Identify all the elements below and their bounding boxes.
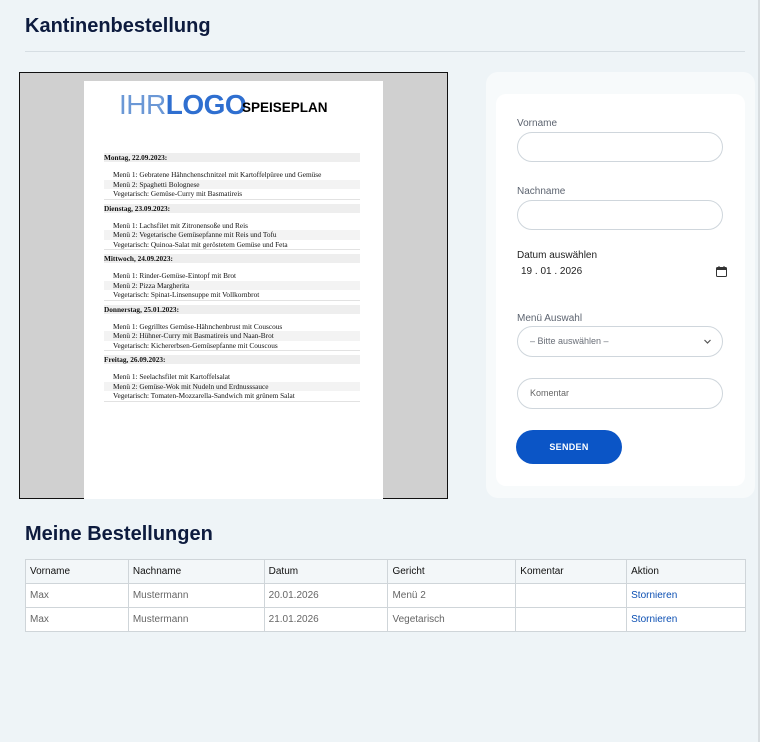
send-button[interactable]: SENDEN (516, 430, 622, 464)
orders-title: Meine Bestellungen (25, 523, 213, 545)
menu-item: Menü 2: Gemüse-Wok mit Nudeln und Erdnus… (104, 381, 360, 391)
chevron-down-icon (704, 339, 711, 344)
menu-day-items: Menü 1: Gebratene Hähnchenschnitzel mit … (104, 170, 360, 199)
menu-item: Vegetarisch: Spinat-Linsensuppe mit Voll… (104, 290, 360, 300)
menu-item: Menü 1: Gegrilltes Gemüse-Hähnchenbrust … (104, 321, 360, 331)
calendar-icon[interactable] (716, 266, 727, 277)
company-logo: IHRLOGO (119, 89, 247, 120)
menu-day-heading: Montag, 22.09.2023: (104, 153, 360, 162)
cell-nachname: Mustermann (127, 607, 265, 632)
column-header-komentar: Komentar (515, 559, 628, 584)
column-header-vorname: Vorname (25, 559, 129, 584)
cell-vorname: Max (25, 607, 129, 632)
cell-gericht: Menü 2 (387, 583, 517, 608)
menu-select-label: Menü Auswahl (517, 313, 583, 324)
menu-day-list: Montag, 22.09.2023: Menü 1: Gebratene Häh… (104, 153, 360, 406)
order-form-panel: Vorname Nachname Datum auswählen 19 . 01… (486, 72, 755, 498)
cell-nachname: Mustermann (127, 583, 265, 608)
menu-item: Vegetarisch: Gemüse-Curry mit Basmatirei… (104, 189, 360, 199)
menu-day: Dienstag, 23.09.2023: Menü 1: Lachsfilet … (104, 203, 360, 250)
nachname-label: Nachname (517, 186, 566, 197)
vorname-label: Vorname (517, 118, 558, 129)
column-header-datum: Datum (263, 559, 389, 584)
menu-item: Menü 1: Gebratene Hähnchenschnitzel mit … (104, 170, 360, 180)
menu-item: Vegetarisch: Tomaten-Mozzarella-Sandwich… (104, 391, 360, 401)
menu-day-heading: Donnerstag, 25.01.2023: (104, 304, 360, 314)
menu-item: Menü 2: Spaghetti Bolognese (104, 179, 360, 189)
menu-day-items: Menü 1: Rinder-Gemüse-Eintopf mit Brot Me… (104, 271, 360, 300)
table-row: Max Mustermann 20.01.2026 Menü 2 Stornie… (25, 583, 746, 608)
comment-input[interactable]: Komentar (517, 378, 723, 409)
cell-komentar (515, 607, 628, 632)
cancel-order-link[interactable]: Stornieren (631, 614, 677, 625)
menu-day-items: Menü 1: Seelachsfilet mit Kartoffelsalat… (104, 372, 360, 401)
date-value: 19 . 01 . 2026 (521, 266, 583, 277)
menu-item: Menü 1: Lachsfilet mit Zitronensoße und … (104, 220, 360, 230)
menu-item: Menü 2: Vegetarische Gemüsepfanne mit Re… (104, 230, 360, 240)
menu-item: Menü 1: Rinder-Gemüse-Eintopf mit Brot (104, 271, 360, 281)
column-header-aktion: Aktion (626, 559, 746, 584)
menu-day: Montag, 22.09.2023: Menü 1: Gebratene Häh… (104, 153, 360, 200)
cell-vorname: Max (25, 583, 129, 608)
table-row: Max Mustermann 21.01.2026 Vegetarisch St… (25, 607, 746, 632)
cell-gericht: Vegetarisch (387, 607, 517, 632)
menu-document-viewer[interactable]: IHRLOGO SPEISEPLAN Montag, 22.09.2023: Me… (19, 72, 448, 499)
date-label: Datum auswählen (517, 250, 598, 261)
menu-day-items: Menü 1: Lachsfilet mit Zitronensoße und … (104, 220, 360, 249)
menu-item: Vegetarisch: Kichererbsen-Gemüsepfanne m… (104, 340, 360, 350)
column-header-gericht: Gericht (387, 559, 517, 584)
menu-document-page: IHRLOGO SPEISEPLAN Montag, 22.09.2023: Me… (84, 81, 383, 499)
orders-table: Vorname Nachname Datum Gericht Komentar … (25, 559, 746, 632)
orders-header-row: Vorname Nachname Datum Gericht Komentar … (25, 559, 746, 584)
menu-select-value: – Bitte auswählen – (530, 336, 609, 346)
menu-select[interactable]: – Bitte auswählen – (517, 326, 723, 357)
cell-datum: 21.01.2026 (263, 607, 389, 632)
order-form: Vorname Nachname Datum auswählen 19 . 01… (496, 94, 745, 486)
title-divider (25, 51, 745, 52)
menu-day: Donnerstag, 25.01.2023: Menü 1: Gegrillte… (104, 304, 360, 351)
menu-document-title: SPEISEPLAN (242, 100, 328, 115)
menu-day-heading: Mittwoch, 24.09.2023: (104, 254, 360, 263)
date-input[interactable]: 19 . 01 . 2026 (517, 266, 727, 280)
menu-day-heading: Freitag, 26.09.2023: (104, 355, 360, 364)
menu-day: Mittwoch, 24.09.2023: Menü 1: Rinder-Gemü… (104, 254, 360, 301)
menu-day: Freitag, 26.09.2023: Menü 1: Seelachsfile… (104, 355, 360, 402)
menu-item: Menü 2: Pizza Margherita (104, 280, 360, 290)
cell-datum: 20.01.2026 (263, 583, 389, 608)
nachname-input[interactable] (517, 200, 723, 230)
menu-item: Menü 1: Seelachsfilet mit Kartoffelsalat (104, 372, 360, 382)
menu-item: Vegetarisch: Quinoa-Salat mit geröstetem… (104, 239, 360, 249)
cancel-order-link[interactable]: Stornieren (631, 590, 677, 601)
menu-day-heading: Dienstag, 23.09.2023: (104, 203, 360, 213)
cell-aktion: Stornieren (626, 583, 746, 608)
cell-aktion: Stornieren (626, 607, 746, 632)
menu-day-items: Menü 1: Gegrilltes Gemüse-Hähnchenbrust … (104, 321, 360, 350)
menu-item: Menü 2: Hühner-Curry mit Basmatireis und… (104, 331, 360, 341)
column-header-nachname: Nachname (127, 559, 265, 584)
vorname-input[interactable] (517, 132, 723, 162)
cell-komentar (515, 583, 628, 608)
page-title: Kantinenbestellung (25, 15, 211, 37)
